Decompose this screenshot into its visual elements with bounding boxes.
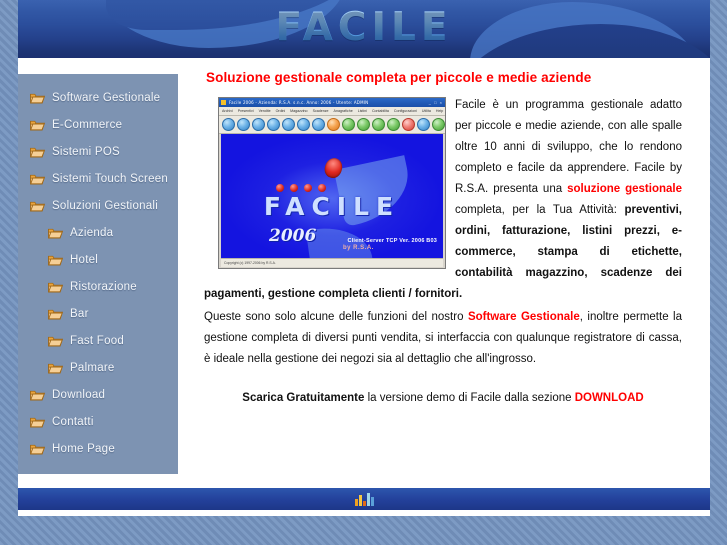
sidebar-item-label: Bar [70,307,89,320]
app-menu-item: Presentivi [237,108,254,113]
app-toolbar-button-icon [252,118,265,131]
app-toolbar-button-icon [402,118,415,131]
site-header: FACILE [18,0,710,58]
sidebar-item-hotel[interactable]: Hotel [18,246,178,273]
app-toolbar-button-icon [357,118,370,131]
download-cta: Scarica Gratuitamente la versione demo d… [204,392,682,404]
app-toolbar-button-icon [432,118,445,131]
sidebar-item-label: Palmare [70,361,115,374]
folder-icon [48,362,63,374]
sidebar-item-label: Home Page [52,442,115,455]
sidebar-item-label: Download [52,388,106,401]
app-toolbar-button-icon [267,118,280,131]
sidebar-item-contatti[interactable]: Contatti [18,408,178,435]
sidebar-item-download[interactable]: Download [18,381,178,408]
cta-bold-text: Scarica Gratuitamente [242,392,365,404]
app-menu-item: Scadenze [312,108,329,113]
main-content: Soluzione gestionale completa per piccol… [204,70,682,404]
app-toolbar-button-icon [342,118,355,131]
article-paragraph-2: Queste sono solo alcune delle funzioni d… [204,307,682,370]
app-toolbar-button-icon [417,118,430,131]
folder-icon [48,335,63,347]
sidebar-item-label: Contatti [52,415,94,428]
sidebar-item-label: Hotel [70,253,99,266]
paragraph1-text-a: Facile è un programma gestionale adatto … [455,99,682,195]
sidebar-item-sistemi-touch-screen[interactable]: Sistemi Touch Screen [18,165,178,192]
sidebar-item-label: Azienda [70,226,114,239]
sidebar-item-soluzioni-gestionali[interactable]: Soluzioni Gestionali [18,192,178,219]
folder-icon [30,146,45,158]
app-menu-item: Vendite [258,108,271,113]
bar-chart-counter-icon[interactable] [354,492,374,506]
app-menu-item: Contabilita [371,108,389,113]
folder-icon [48,281,63,293]
folder-icon [30,119,45,131]
app-screenshot-image: Facile 2006 - Azienda: R.S.A. s.n.c. Ann… [218,97,446,269]
sidebar-item-sistemi-pos[interactable]: Sistemi POS [18,138,178,165]
app-menu-item: Anagrafiche [333,108,353,113]
folder-icon [30,92,45,104]
paragraph1-text-b: completa, per la Tua Attività: [455,204,625,216]
folder-icon [30,389,45,401]
sidebar-item-label: Ristorazione [70,280,137,293]
folder-icon [30,443,45,455]
folder-icon [48,254,63,266]
folder-icon [30,200,45,212]
sidebar-item-software-gestionale[interactable]: Software Gestionale [18,84,178,111]
folder-icon [30,173,45,185]
splash-version: Client-Server TCP Ver. 2006 B03 [347,238,437,244]
site-logo: FACILE [18,5,710,50]
app-menu-item: Ordini [275,108,286,113]
app-toolbar-button-icon [237,118,250,131]
download-link[interactable]: DOWNLOAD [575,392,644,404]
sidebar-item-fast-food[interactable]: Fast Food [18,327,178,354]
app-toolbar-button-icon [312,118,325,131]
page-card: FACILE Software Gestionale E-Commerce Sist… [18,0,710,516]
sidebar-item-label: Fast Food [70,334,125,347]
article-body: Facile 2006 - Azienda: R.S.A. s.n.c. Ann… [204,95,682,370]
sidebar-item-home-page[interactable]: Home Page [18,435,178,462]
app-titlebar: Facile 2006 - Azienda: R.S.A. s.n.c. Ann… [219,98,445,107]
folder-icon [48,227,63,239]
sidebar-item-e-commerce[interactable]: E-Commerce [18,111,178,138]
page-title: Soluzione gestionale completa per piccol… [206,70,592,85]
splash-title: FACILE [263,192,401,221]
sidebar-item-label: Sistemi POS [52,145,120,158]
app-toolbar-button-icon [222,118,235,131]
app-toolbar [219,116,445,134]
folder-icon [30,416,45,428]
sidebar-item-label: Software Gestionale [52,91,161,104]
app-menu-item: Utilita [421,108,431,113]
sidebar-item-label: Sistemi Touch Screen [52,172,169,185]
splash-year: 2006 [269,226,317,246]
app-menu-item: Listini [357,108,367,113]
cta-text: la versione demo di Facile dalla sezione [364,392,575,404]
folder-icon [48,308,63,320]
soluzione-gestionale-link[interactable]: soluzione gestionale [567,183,682,195]
sidebar-item-palmare[interactable]: Palmare [18,354,178,381]
page-body: Software Gestionale E-Commerce Sistemi POS… [18,58,710,488]
paragraph2-text-a: Queste sono solo alcune delle funzioni d… [204,311,468,323]
app-toolbar-button-icon [387,118,400,131]
app-menu-item: Configurazioni [393,108,417,113]
app-toolbar-button-icon [282,118,295,131]
sidebar-nav: Software Gestionale E-Commerce Sistemi POS… [18,74,178,474]
app-splash-canvas: FACILE 2006 by R.S.A. Client-Server TCP … [221,134,443,258]
sidebar-item-ristorazione[interactable]: Ristorazione [18,273,178,300]
software-gestionale-link[interactable]: Software Gestionale [468,311,580,323]
sidebar-item-label: E-Commerce [52,118,123,131]
app-menu-item: Magazzino [290,108,308,113]
sidebar-item-label: Soluzioni Gestionali [52,199,159,212]
app-toolbar-button-icon [297,118,310,131]
app-toolbar-button-icon [327,118,340,131]
app-window-icon [221,100,226,105]
site-footer [18,488,710,510]
app-toolbar-button-icon [372,118,385,131]
app-menu-item: Help [435,108,444,113]
sidebar-item-azienda[interactable]: Azienda [18,219,178,246]
sidebar-item-bar[interactable]: Bar [18,300,178,327]
app-menu-item: Archivi [222,108,233,113]
app-statusbar: Copyright (c) 1997-2006 by R.S.A. [221,258,443,267]
splash-dots-icon [276,184,326,192]
